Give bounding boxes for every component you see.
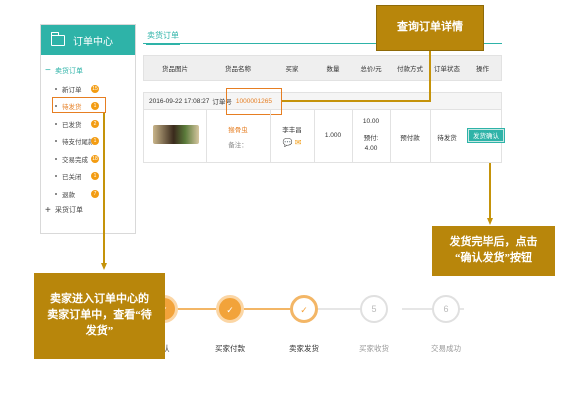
count-badge: 1	[91, 137, 99, 146]
step-label-trade-success: 交易成功	[431, 344, 461, 353]
connector-line	[489, 163, 491, 218]
callout-text: “确认发货”按钮	[455, 252, 532, 264]
bullet-icon	[55, 175, 57, 178]
product-note: 备注：	[228, 142, 248, 149]
connector-line	[282, 100, 431, 102]
col-buyer: 买家	[285, 66, 299, 73]
order-status: 待发货	[437, 135, 457, 142]
step-label-seller-ship: 卖家发货	[289, 344, 319, 353]
sidebar-item-new[interactable]: 新订单 15	[41, 80, 135, 98]
count-badge: 15	[91, 84, 99, 93]
folder-icon	[50, 31, 65, 46]
quantity: 1.000	[324, 132, 342, 139]
col-name: 货品名称	[225, 66, 251, 73]
arrow-head	[486, 218, 493, 225]
callout-text: 查询订单详情	[397, 21, 463, 34]
step-6-circle: 6	[432, 295, 460, 323]
sidebar-item-refund[interactable]: 退款 7	[41, 185, 135, 203]
arrow-head	[100, 263, 107, 270]
callout-text: 卖家进入订单中心的	[50, 293, 149, 306]
step-label-buyer-receive: 买家收货	[359, 344, 389, 353]
buyer-name: 李丰昌	[282, 127, 302, 134]
callout-confirm-shipment: 发货完毕后，点击 “确认发货”按钮	[432, 226, 555, 276]
sidebar-item-label: 交易完成	[62, 156, 88, 164]
sidebar-item-completed[interactable]: 交易完成 18	[41, 150, 135, 168]
callout-text: 发货”	[85, 324, 114, 337]
to-ship-highlight	[52, 97, 106, 113]
connector-line	[429, 51, 431, 101]
count-badge: 1	[91, 172, 99, 181]
count-badge: 18	[91, 154, 99, 163]
tab-sell-orders[interactable]: 卖货订单	[146, 30, 180, 45]
sidebar-header[interactable]: 订单中心	[41, 25, 135, 55]
sidebar-group-sell-label: 卖货订单	[55, 67, 83, 75]
step-line	[244, 308, 290, 310]
prepay-label: 预付:	[363, 135, 379, 142]
sidebar-item-label: 退款	[62, 191, 75, 199]
order-center-sidebar: 订单中心 − 卖货订单 新订单 15 待发货 1 已发货 2 待支付尾款 1 交易完成 1…	[40, 24, 136, 234]
col-image: 货品图片	[162, 66, 188, 73]
sidebar-item-label: 已关闭	[62, 174, 82, 182]
divider	[206, 110, 207, 163]
bullet-icon	[55, 157, 57, 160]
payment-method: 预付款	[400, 135, 420, 142]
col-total: 总价/元	[360, 66, 382, 73]
callout-text: 发货完毕后，点击	[449, 236, 538, 249]
sidebar-item-label: 新订单	[62, 86, 82, 94]
bullet-icon	[55, 140, 57, 143]
callout-text: 卖家订单中，查看“待	[47, 309, 152, 322]
count-badge: 2	[91, 119, 99, 128]
bullet-icon	[55, 192, 57, 195]
callout-seller-to-ship: 卖家进入订单中心的 卖家订单中，查看“待 发货”	[34, 273, 165, 359]
step-label-buyer-pay: 买家付款	[215, 344, 245, 353]
table-row: 猴骨虫 备注： 李丰昌 💬 ✉ 1.000 10.00 预付: 4.00 预付款…	[143, 110, 504, 163]
sidebar-group-sell[interactable]: − 卖货订单	[41, 55, 135, 76]
step-2-check-icon: ✓	[216, 295, 244, 323]
prepay-value: 4.00	[364, 145, 378, 152]
col-payment: 付款方式	[397, 66, 423, 73]
sidebar-item-closed[interactable]: 已关闭 1	[41, 168, 135, 186]
collapse-icon: −	[45, 65, 51, 76]
step-5-circle: 5	[360, 295, 388, 323]
connector-line	[103, 113, 105, 263]
sidebar-group-buy[interactable]: + 采货订单	[41, 203, 135, 216]
product-name-link[interactable]: 猴骨虫	[206, 124, 270, 134]
bullet-icon	[55, 87, 57, 90]
chat-icon[interactable]: 💬	[283, 138, 293, 147]
buyer-contact: 💬 ✉	[270, 138, 314, 147]
order-progress-steps: ✓ ✓ ✓ 5 6 确认 买家付款 卖家发货 买家收货 交易成功	[150, 295, 480, 365]
divider	[270, 110, 271, 163]
mail-icon[interactable]: ✉	[295, 138, 302, 147]
sidebar-item-label: 已发货	[62, 121, 82, 129]
count-badge: 7	[91, 189, 99, 198]
table-header: 货品图片 货品名称 买家 数量 总价/元 付款方式 订单状态 操作	[143, 55, 502, 81]
col-status: 订单状态	[434, 66, 460, 73]
product-image[interactable]	[153, 125, 199, 144]
sidebar-title: 订单中心	[73, 36, 113, 48]
expand-icon: +	[45, 204, 51, 216]
callout-order-detail: 查询订单详情	[376, 5, 484, 51]
step-3-check-icon: ✓	[290, 295, 318, 323]
col-qty: 数量	[326, 66, 340, 73]
sidebar-item-label: 待支付尾款	[62, 139, 95, 147]
confirm-shipment-button[interactable]: 发货确认	[468, 129, 504, 142]
sidebar-item-balance-due[interactable]: 待支付尾款 1	[41, 133, 135, 151]
sidebar-group-buy-label: 采货订单	[55, 207, 83, 214]
total-price: 10.00	[362, 118, 380, 125]
bullet-icon	[55, 122, 57, 125]
sidebar-item-shipped[interactable]: 已发货 2	[41, 115, 135, 133]
order-datetime: 2016-09-22 17:08:27	[149, 97, 210, 105]
col-action: 操作	[476, 66, 489, 73]
